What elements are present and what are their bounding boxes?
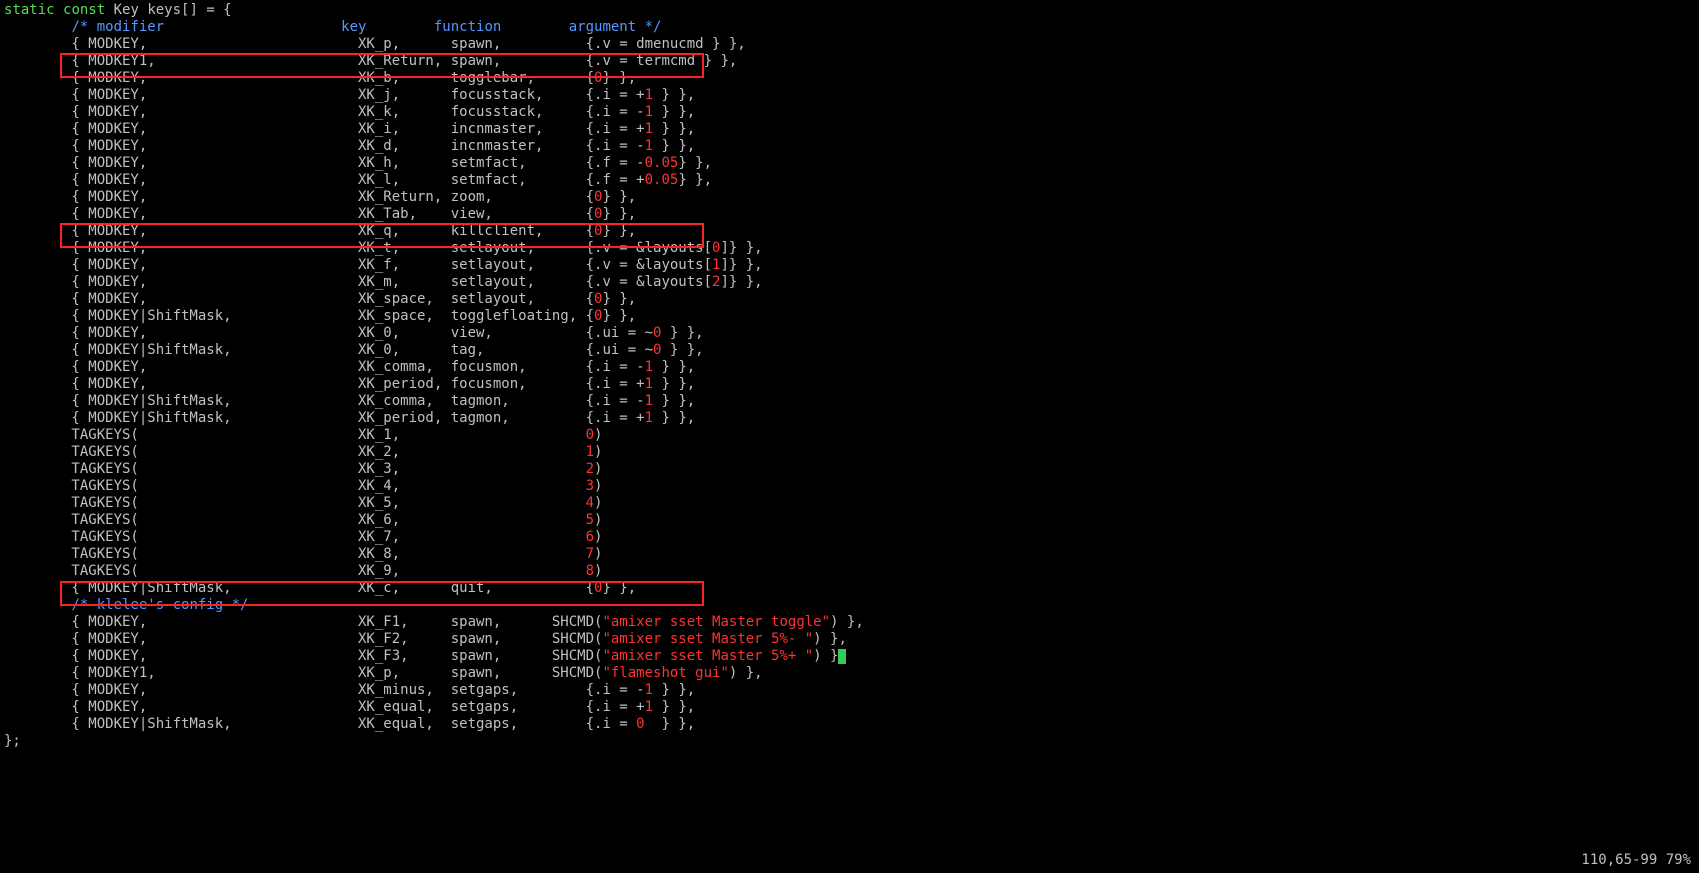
vim-status-bar: 110,65-99 79%	[1581, 852, 1691, 869]
code-editor-view[interactable]: static const Key keys[] = { /* modifier …	[0, 0, 1699, 750]
text-cursor	[838, 649, 846, 664]
